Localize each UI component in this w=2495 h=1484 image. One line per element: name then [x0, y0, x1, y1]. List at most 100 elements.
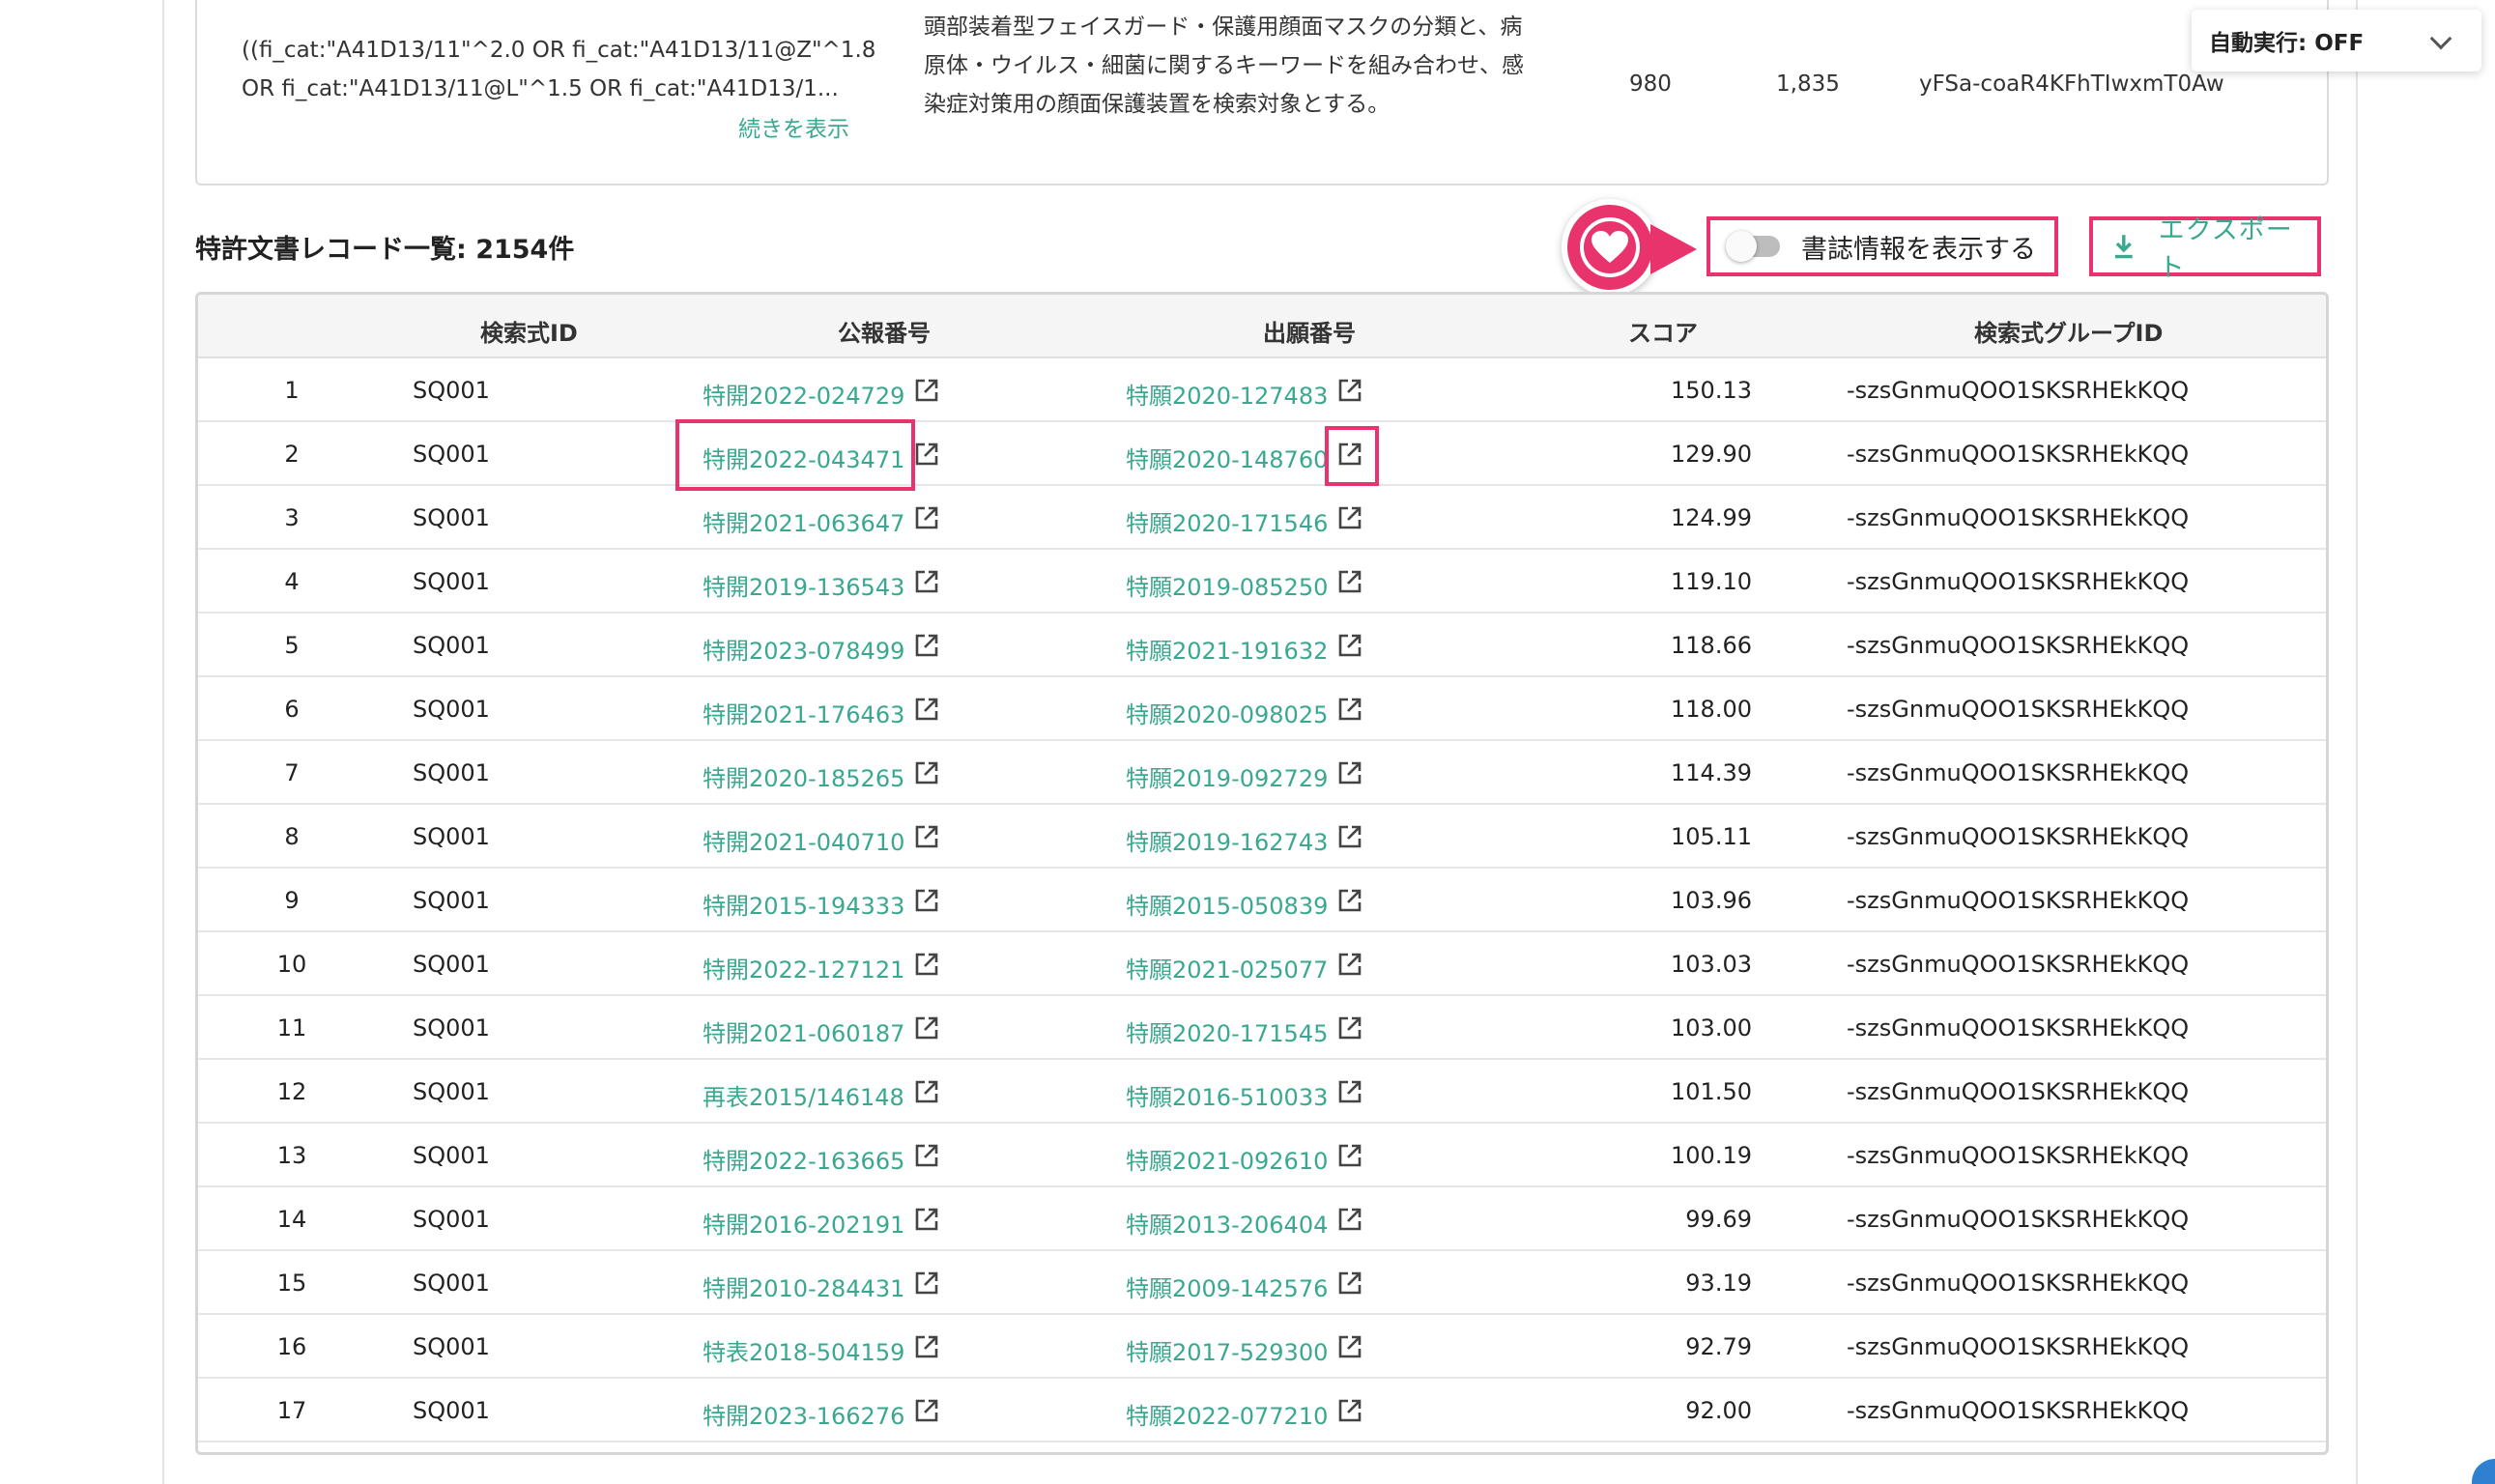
external-link-icon[interactable]: [1336, 887, 1363, 914]
show-bibliography-toggle[interactable]: 書誌情報を表示する: [1706, 216, 2058, 276]
external-link-icon[interactable]: [1336, 823, 1363, 850]
external-link-icon[interactable]: [1336, 951, 1363, 978]
publication-link[interactable]: 特開2021-063647: [703, 504, 904, 538]
external-link-icon[interactable]: [913, 1014, 940, 1042]
external-link-icon[interactable]: [913, 887, 940, 914]
external-link-icon[interactable]: [1336, 696, 1363, 723]
publication-link[interactable]: 特開2015-194333: [703, 887, 904, 921]
score-cell: 103.03: [1671, 951, 1752, 978]
application-link[interactable]: 特願2013-206404: [1126, 1206, 1328, 1240]
application-link[interactable]: 特願2021-025077: [1126, 951, 1328, 985]
score-cell: 129.90: [1671, 441, 1752, 468]
export-button[interactable]: エクスポート: [2089, 215, 2321, 283]
external-link-icon[interactable]: [913, 377, 940, 404]
external-link-icon[interactable]: [913, 1397, 940, 1424]
score-cell: 118.66: [1671, 632, 1752, 659]
external-link-icon[interactable]: [1336, 1270, 1363, 1297]
application-link[interactable]: 特願2016-510033: [1126, 1078, 1328, 1112]
group-id-cell: -szsGnmuQOO1SKSRHEkKQQ: [1847, 1142, 2190, 1169]
external-link-icon[interactable]: [913, 759, 940, 786]
external-link-icon[interactable]: [1336, 1078, 1363, 1105]
corner-widget[interactable]: [2472, 1459, 2495, 1484]
external-link-icon[interactable]: [913, 823, 940, 850]
group-id-cell: -szsGnmuQOO1SKSRHEkKQQ: [1847, 441, 2190, 468]
external-link-icon[interactable]: [1336, 1014, 1363, 1042]
publication-link[interactable]: 特開2021-060187: [703, 1014, 904, 1048]
external-link-icon[interactable]: [1336, 632, 1363, 659]
publication-link[interactable]: 特開2022-127121: [703, 951, 904, 985]
score-cell: 118.00: [1671, 696, 1752, 723]
external-link-icon[interactable]: [913, 1270, 940, 1297]
query-id-cell: SQ001: [413, 887, 490, 914]
application-link[interactable]: 特願2020-148760: [1126, 441, 1328, 474]
publication-link[interactable]: 特開2010-284431: [703, 1270, 904, 1303]
row-number: 7: [284, 759, 300, 786]
application-link[interactable]: 特願2019-085250: [1126, 568, 1328, 602]
score-cell: 124.99: [1671, 504, 1752, 531]
table-row: 5 SQ001 特開2023-078499 特願2021-191632 118.66 -s…: [198, 614, 2326, 677]
external-link-icon[interactable]: [1336, 1206, 1363, 1233]
auto-run-dropdown[interactable]: 自動実行: OFF: [2192, 10, 2481, 71]
toggle-switch[interactable]: [1726, 231, 1780, 262]
header-group-id: 検索式グループID: [1974, 320, 2164, 347]
external-link-icon[interactable]: [1336, 1142, 1363, 1169]
external-link-icon[interactable]: [913, 1333, 940, 1360]
external-link-icon[interactable]: [913, 951, 940, 978]
external-link-icon[interactable]: [913, 696, 940, 723]
external-link-icon[interactable]: [913, 1142, 940, 1169]
publication-link[interactable]: 特開2020-185265: [703, 759, 904, 793]
application-link[interactable]: 特願2021-191632: [1126, 632, 1328, 666]
group-id-cell: -szsGnmuQOO1SKSRHEkKQQ: [1847, 696, 2190, 723]
external-link-icon[interactable]: [913, 632, 940, 659]
application-link[interactable]: 特願2022-077210: [1126, 1397, 1328, 1431]
application-link[interactable]: 特願2015-050839: [1126, 887, 1328, 921]
table-row: 14 SQ001 特開2016-202191 特願2013-206404 99.69 -s…: [198, 1187, 2326, 1251]
publication-link[interactable]: 特表2018-504159: [703, 1333, 904, 1367]
table-row: 12 SQ001 再表2015/146148 特願2016-510033 101.50 -…: [198, 1060, 2326, 1124]
publication-link[interactable]: 特開2023-166276: [703, 1397, 904, 1431]
show-more-link[interactable]: 続きを表示: [738, 110, 849, 143]
query-id-cell: SQ001: [413, 1270, 490, 1297]
external-link-icon[interactable]: [913, 441, 940, 468]
table-row: 8 SQ001 特開2021-040710 特願2019-162743 105.11 -s…: [198, 805, 2326, 869]
publication-link[interactable]: 特開2023-078499: [703, 632, 904, 666]
application-link[interactable]: 特願2020-098025: [1126, 696, 1328, 729]
external-link-icon[interactable]: [1336, 1397, 1363, 1424]
publication-link[interactable]: 特開2022-163665: [703, 1142, 904, 1176]
external-link-icon[interactable]: [1336, 377, 1363, 404]
application-link[interactable]: 特願2019-092729: [1126, 759, 1328, 793]
header-application: 出願番号: [1263, 320, 1356, 347]
application-link[interactable]: 特願2009-142576: [1126, 1270, 1328, 1303]
external-link-icon[interactable]: [1336, 568, 1363, 595]
score-cell: 100.19: [1671, 1142, 1752, 1169]
application-link[interactable]: 特願2020-127483: [1126, 377, 1328, 411]
group-id-cell: -szsGnmuQOO1SKSRHEkKQQ: [1847, 823, 2190, 850]
external-link-icon[interactable]: [913, 568, 940, 595]
publication-link[interactable]: 特開2019-136543: [703, 568, 904, 602]
publication-link[interactable]: 特開2021-176463: [703, 696, 904, 729]
query-id-cell: SQ001: [413, 1397, 490, 1424]
group-id-cell: -szsGnmuQOO1SKSRHEkKQQ: [1847, 1270, 2190, 1297]
publication-link[interactable]: 特開2022-024729: [703, 377, 904, 411]
score-cell: 101.50: [1671, 1078, 1752, 1105]
external-link-icon[interactable]: [1336, 504, 1363, 531]
external-link-icon[interactable]: [1336, 759, 1363, 786]
row-number: 4: [284, 568, 300, 595]
external-link-icon[interactable]: [1336, 1333, 1363, 1360]
table-row: 16 SQ001 特表2018-504159 特願2017-529300 92.79 -s…: [198, 1315, 2326, 1379]
application-link[interactable]: 特願2020-171546: [1126, 504, 1328, 538]
publication-link[interactable]: 特開2016-202191: [703, 1206, 904, 1240]
application-link[interactable]: 特願2020-171545: [1126, 1014, 1328, 1048]
application-link[interactable]: 特願2019-162743: [1126, 823, 1328, 857]
application-link[interactable]: 特願2021-092610: [1126, 1142, 1328, 1176]
external-link-icon[interactable]: [913, 504, 940, 531]
external-link-icon[interactable]: [913, 1206, 940, 1233]
external-link-icon[interactable]: [913, 1078, 940, 1105]
query-count-2: 1,835: [1776, 71, 1840, 97]
table-row: 4 SQ001 特開2019-136543 特願2019-085250 119.10 -s…: [198, 550, 2326, 614]
row-number: 17: [276, 1397, 307, 1424]
publication-link[interactable]: 再表2015/146148: [703, 1078, 904, 1112]
application-link[interactable]: 特願2017-529300: [1126, 1333, 1328, 1367]
publication-link[interactable]: 特開2021-040710: [703, 823, 904, 857]
toggle-label: 書誌情報を表示する: [1801, 234, 2036, 265]
